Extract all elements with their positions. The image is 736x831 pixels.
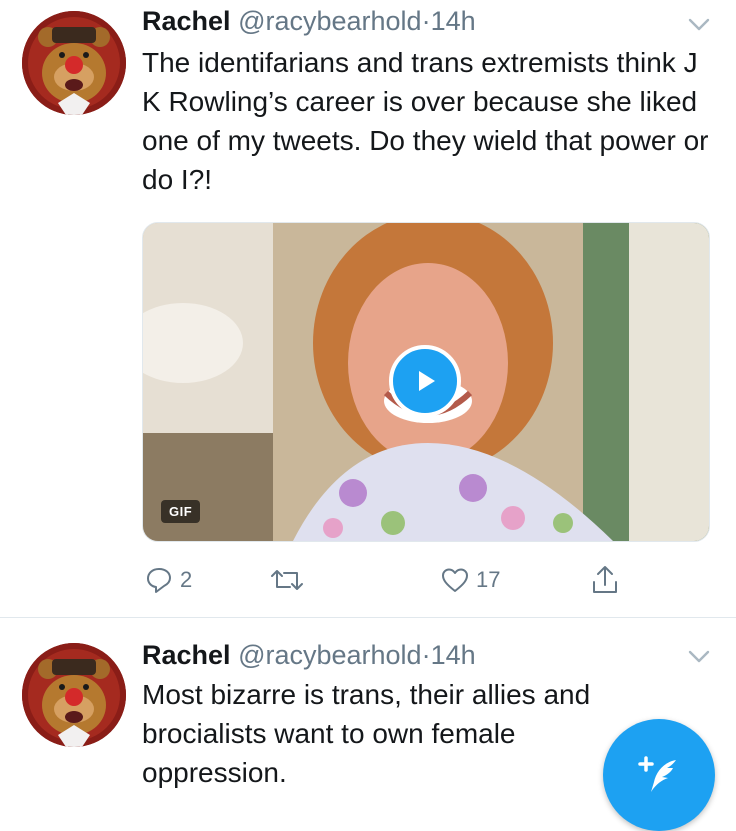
tweet-header: Rachel @racybearhold·14h [142,638,476,672]
author-handle[interactable]: @racybearhold [238,640,422,670]
retweet-button[interactable] [270,560,310,600]
gif-badge: GIF [161,500,201,523]
separator-dot: · [421,640,431,670]
avatar[interactable] [22,643,126,747]
gif-media[interactable]: GIF [142,222,710,542]
separator-dot: · [421,6,431,36]
retweet-icon [271,570,303,590]
tweet-actions: 2 17 [142,560,632,600]
tweet[interactable]: Rachel @racybearhold·14h The identifaria… [0,0,736,618]
timestamp[interactable]: 14h [431,640,476,670]
author-name[interactable]: Rachel [142,640,231,670]
like-count: 17 [476,567,501,592]
tweet-text: Most bizarre is trans, their allies and … [142,679,591,788]
timestamp[interactable]: 14h [431,6,476,36]
share-button[interactable] [590,560,620,600]
reply-icon [147,568,171,593]
like-button[interactable]: 17 [440,560,500,600]
author-name[interactable]: Rachel [142,6,231,36]
tweet-header: Rachel @racybearhold·14h [142,4,476,38]
tweet-text: The identifarians and trans extremists t… [142,47,709,195]
heart-icon [442,568,468,592]
play-icon[interactable] [389,345,461,417]
reply-button[interactable]: 2 [144,560,192,600]
share-icon [593,566,617,593]
author-handle[interactable]: @racybearhold [238,6,422,36]
compose-tweet-icon [638,756,676,792]
avatar[interactable] [22,11,126,115]
chevron-down-icon[interactable] [686,644,712,670]
reply-count: 2 [180,567,193,592]
chevron-down-icon[interactable] [686,12,712,38]
compose-tweet-button[interactable] [603,719,715,831]
